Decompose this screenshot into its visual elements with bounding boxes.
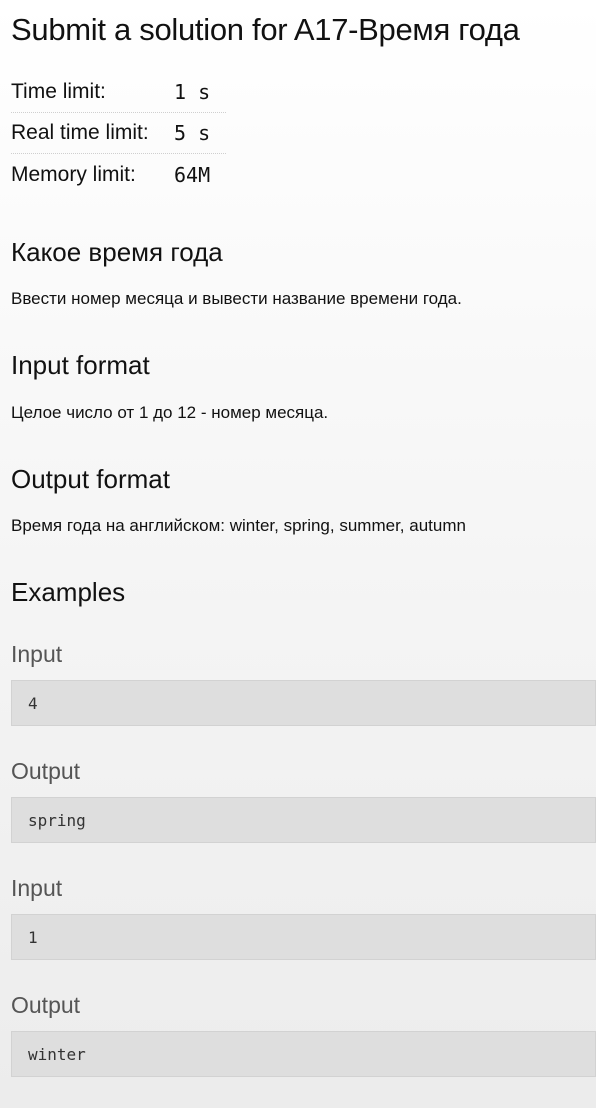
example-2-input: 1 bbox=[11, 914, 596, 960]
example-1-input-label: Input bbox=[11, 641, 63, 667]
page-title: Submit a solution for A17-Время года bbox=[11, 12, 520, 47]
statement-heading: Какое время года bbox=[11, 237, 223, 267]
example-1-output: spring bbox=[11, 797, 596, 843]
real-time-limit-label: Real time limit: bbox=[11, 121, 149, 144]
input-format-text: Целое число от 1 до 12 - номер месяца. bbox=[11, 403, 329, 422]
examples-heading: Examples bbox=[11, 577, 126, 607]
limits-table: Time limit: 1 s Real time limit: 5 s Mem… bbox=[11, 72, 226, 195]
time-limit-value: 1 s bbox=[174, 80, 211, 104]
limit-row-memory: Memory limit: 64M bbox=[11, 154, 226, 195]
statement-text: Ввести номер месяца и вывести название в… bbox=[11, 289, 462, 308]
example-2-output: winter bbox=[11, 1031, 596, 1077]
limit-row-time: Time limit: 1 s bbox=[11, 72, 226, 113]
example-1-output-label: Output bbox=[11, 758, 81, 784]
example-2-output-label: Output bbox=[11, 992, 81, 1018]
example-2-input-label: Input bbox=[11, 875, 63, 901]
output-format-heading: Output format bbox=[11, 464, 170, 494]
real-time-limit-value: 5 s bbox=[174, 121, 211, 145]
output-format-text: Время года на английском: winter, spring… bbox=[11, 516, 466, 535]
memory-limit-value: 64M bbox=[174, 162, 211, 187]
memory-limit-label: Memory limit: bbox=[11, 162, 136, 186]
input-format-heading: Input format bbox=[11, 350, 150, 380]
limit-row-real-time: Real time limit: 5 s bbox=[11, 113, 226, 154]
time-limit-label: Time limit: bbox=[11, 80, 106, 103]
example-1-input: 4 bbox=[11, 680, 596, 726]
